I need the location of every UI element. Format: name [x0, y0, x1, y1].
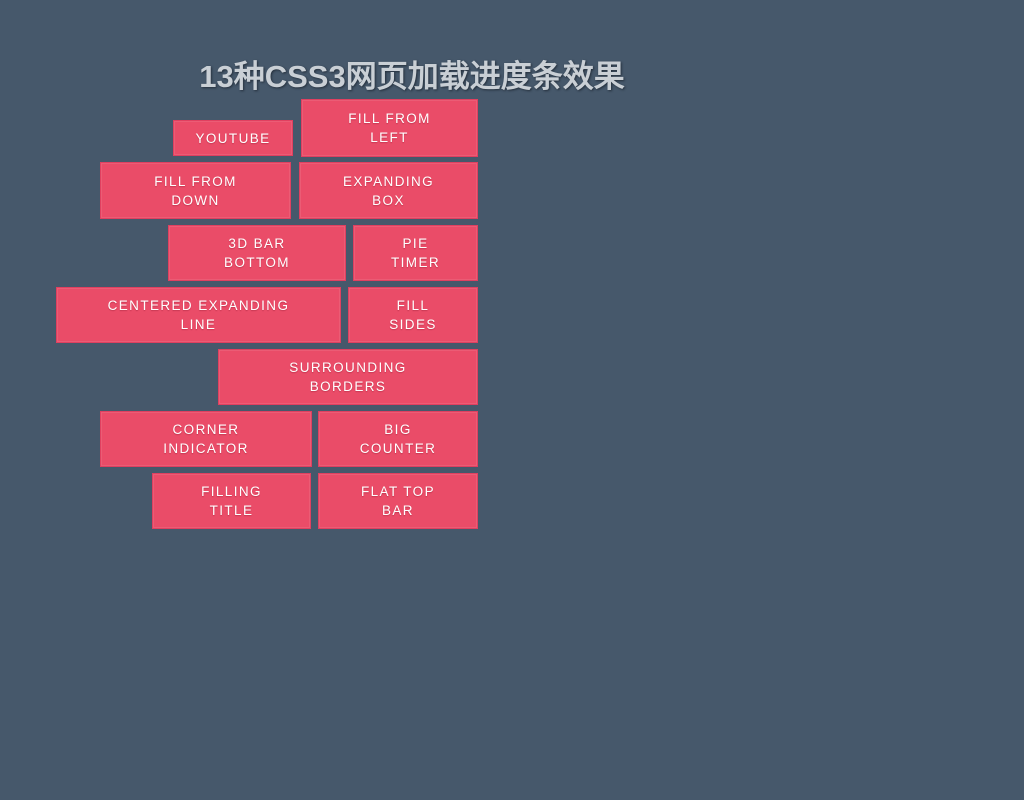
demo-button-big-counter[interactable]: BIG COUNTER — [318, 411, 478, 467]
progress-bar-demo-grid: YOUTUBE FILL FROM LEFT FILL FROM DOWN EXPAN… — [0, 0, 1024, 560]
demo-button-3d-bar-bottom[interactable]: 3D BAR BOTTOM — [168, 225, 346, 281]
demo-button-label: PIE TIMER — [391, 236, 440, 270]
demo-button-filling-title[interactable]: FILLING TITLE — [152, 473, 311, 529]
demo-button-fill-sides[interactable]: FILL SIDES — [348, 287, 478, 343]
demo-button-label: FLAT TOP BAR — [361, 484, 435, 518]
demo-button-label: EXPANDING BOX — [342, 173, 435, 208]
demo-button-expanding-box[interactable]: EXPANDING BOX — [299, 162, 478, 219]
demo-button-fill-from-down[interactable]: FILL FROM DOWN — [100, 162, 291, 219]
demo-button-label: SURROUNDING BORDERS — [289, 360, 407, 394]
demo-button-label: BIG COUNTER — [359, 422, 437, 456]
demo-button-label: FILLING TITLE — [201, 484, 262, 518]
demo-button-label: FILL FROM LEFT — [348, 111, 431, 145]
demo-button-label: 3D BAR BOTTOM — [224, 236, 290, 270]
demo-button-pie-timer[interactable]: PIE TIMER — [353, 225, 478, 281]
demo-button-label: CENTERED EXPANDING LINE — [107, 298, 290, 332]
demo-button-label: FILL SIDES — [389, 298, 437, 332]
demo-button-youtube[interactable]: YOUTUBE — [173, 120, 293, 156]
demo-button-label: YOUTUBE — [195, 130, 271, 146]
demo-button-centered-expanding-line[interactable]: CENTERED EXPANDING LINE — [56, 287, 341, 343]
demo-button-label: FILL FROM DOWN — [154, 173, 237, 208]
demo-button-label: CORNER INDICATOR — [163, 422, 249, 456]
demo-button-surrounding-borders[interactable]: SURROUNDING BORDERS — [218, 349, 478, 405]
demo-button-fill-from-left[interactable]: FILL FROM LEFT — [301, 99, 478, 157]
demo-button-flat-top-bar[interactable]: FLAT TOP BAR — [318, 473, 478, 529]
demo-button-corner-indicator[interactable]: CORNER INDICATOR — [100, 411, 312, 467]
